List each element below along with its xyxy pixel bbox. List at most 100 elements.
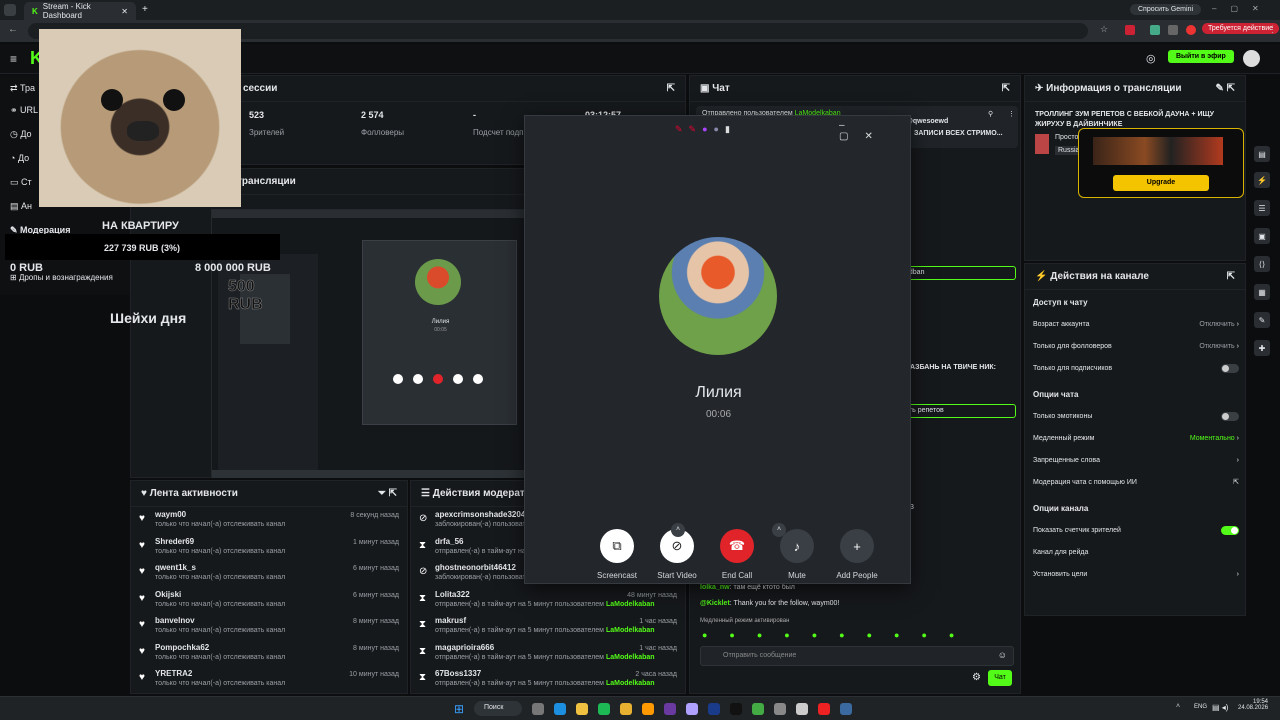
audition-icon[interactable] — [708, 703, 720, 715]
explorer-icon[interactable] — [576, 703, 588, 715]
avatar[interactable] — [1243, 50, 1260, 67]
setting-row[interactable]: Установить цели › — [1033, 566, 1239, 582]
clock[interactable]: 19:54 24.08.2026 — [1238, 699, 1268, 711]
edge-icon[interactable] — [554, 703, 566, 715]
upgrade-button[interactable]: Upgrade — [1113, 175, 1209, 191]
popout-icon[interactable]: ⇱ — [667, 83, 675, 94]
end-call-button[interactable]: ☎ End Call — [707, 529, 767, 580]
settings-gear-icon[interactable]: ⚙ — [972, 672, 981, 683]
toggle-switch[interactable] — [1221, 525, 1239, 535]
chevron-up-icon[interactable]: ˄ — [671, 523, 685, 537]
app-icon[interactable] — [686, 703, 698, 715]
tiktok-icon[interactable] — [730, 703, 742, 715]
goal-progress: 227 739 RUB (3%) — [104, 243, 181, 253]
profile-icon[interactable] — [1186, 25, 1196, 35]
section-heading: Опции чата — [1033, 390, 1079, 399]
emote-bar[interactable]: ●●●●●●●●●● — [702, 630, 1008, 640]
setting-row[interactable]: Канал для рейда — [1033, 544, 1239, 560]
windows-start-icon[interactable]: ⊞ — [454, 702, 464, 716]
more-icon[interactable]: ⋮ — [1008, 110, 1015, 118]
app-icon[interactable] — [642, 703, 654, 715]
filter-icon[interactable]: ⏷ ⇱ — [378, 488, 397, 499]
obs-icon[interactable] — [796, 703, 808, 715]
popout-icon[interactable]: ⇱ — [1227, 271, 1235, 282]
setting-row[interactable]: Только для подписчиков — [1033, 360, 1239, 376]
spotify-icon[interactable] — [598, 703, 610, 715]
steam-icon[interactable] — [840, 703, 852, 715]
setting-row[interactable]: Только эмотиконы — [1033, 408, 1239, 424]
close-tab-icon[interactable]: ✕ — [121, 7, 128, 16]
browser-tab[interactable]: K Stream - Kick Dashboard ✕ — [24, 2, 136, 20]
screencast-button[interactable]: ⧉ Screencast — [587, 529, 647, 580]
code-icon[interactable]: ⟨⟩ — [1254, 256, 1270, 272]
list-item[interactable]: ⧗ makrusf отправлен(-а) в тайм-аут на 5 ми… — [411, 613, 685, 640]
back-icon[interactable]: ← — [8, 24, 18, 35]
chat-icon[interactable]: ▣ — [1254, 228, 1270, 244]
tray-icons[interactable]: ˄ — [1176, 703, 1180, 710]
window-controls[interactable]: –▢✕ — [839, 120, 910, 142]
list-item[interactable]: ♥ banvelnov только что начал(-а) отслежива… — [131, 613, 407, 640]
window-controls[interactable]: –▢✕ — [1212, 4, 1273, 13]
new-tab-icon[interactable]: + — [142, 4, 148, 15]
extension-icon[interactable] — [1168, 25, 1178, 35]
list-item[interactable]: ⧗ 67Boss1337 отправлен(-а) в тайм-аут на 5… — [411, 666, 685, 693]
sidebar-item-5[interactable]: ▭ Ст — [10, 177, 32, 188]
heart-icon: ♥ — [139, 619, 145, 630]
sidebar-item-url[interactable]: ⚭ URL — [10, 105, 38, 116]
sidebar-item-6[interactable]: ▤ Ан — [10, 201, 32, 212]
go-live-button[interactable]: Выйти в эфир — [1168, 50, 1234, 63]
list-icon[interactable]: ☰ — [1254, 200, 1270, 216]
sidebar-item-4[interactable]: ◔ До — [10, 153, 29, 163]
setting-row[interactable]: Запрещенные слова › — [1033, 452, 1239, 468]
setting-row[interactable]: Модерация чата с помощью ИИ ⇱ — [1033, 474, 1239, 490]
list-item[interactable]: ♥ waym00 только что начал(-а) отслеживать … — [131, 507, 407, 534]
task-view-icon[interactable] — [532, 703, 544, 715]
list-item[interactable]: ⧗ Lolita322 отправлен(-а) в тайм-аут на 5 … — [411, 587, 685, 614]
list-item[interactable]: ⧗ magaprioira666 отправлен(-а) в тайм-аут … — [411, 640, 685, 667]
list-item[interactable]: ♥ qwent1k_s только что начал(-а) отслежива… — [131, 560, 407, 587]
setting-row[interactable]: Медленный режим Моментально › — [1033, 430, 1239, 446]
edit-icon[interactable]: ✎ ⇱ — [1215, 83, 1235, 94]
bolt-icon[interactable]: ⚡ — [1254, 172, 1270, 188]
hamburger-icon[interactable]: ≡ — [10, 52, 17, 66]
grid-icon[interactable]: ▦ — [1254, 284, 1270, 300]
app-icon[interactable] — [774, 703, 786, 715]
apps-icon[interactable]: ✚ — [1254, 340, 1270, 356]
gemini-button[interactable]: Спросить Gemini — [1130, 4, 1202, 15]
upgrade-ad[interactable]: Upgrade — [1078, 128, 1244, 198]
app-icon[interactable] — [664, 703, 676, 715]
video-call-window[interactable]: ✎✎●●▮ –▢✕ Лилия 00:06 ⧉ Screencast ⊘ Start… — [524, 115, 911, 584]
toggle-switch[interactable] — [1221, 411, 1239, 421]
add-people-button[interactable]: + Add People — [827, 529, 887, 580]
toggle-switch[interactable] — [1221, 363, 1239, 373]
target-icon[interactable]: ◎ — [1146, 52, 1156, 65]
popout-icon[interactable]: ⇱ — [1002, 83, 1010, 94]
list-item[interactable]: ♥ Pompochka62 только что начал(-а) отслежи… — [131, 640, 407, 667]
list-item[interactable]: ♥ YRETRA2 только что начал(-а) отслеживать… — [131, 666, 407, 693]
chat-input[interactable]: Отправить сообщение ☺ — [700, 646, 1014, 666]
send-chat-button[interactable]: Чат — [988, 670, 1012, 686]
extension-icon[interactable] — [1125, 25, 1135, 35]
menu-icon[interactable]: ⋮ — [1268, 24, 1277, 35]
setting-row[interactable]: Возраст аккаунта Отключить › — [1033, 316, 1239, 332]
network-icon[interactable]: ▤ ◂) — [1212, 703, 1228, 712]
emoji-icon[interactable]: ☺ — [998, 650, 1007, 660]
setting-row[interactable]: Только для фолловеров Отключить › — [1033, 338, 1239, 354]
sidebar-item-3[interactable]: ◷ До — [10, 129, 32, 140]
pin-icon[interactable]: ⚲ — [988, 110, 993, 118]
sidebar-item-stream[interactable]: ⇄ Тра — [10, 83, 35, 94]
taskbar-search[interactable]: Поиск — [474, 701, 522, 716]
app-icon[interactable] — [752, 703, 764, 715]
youtube-icon[interactable] — [818, 703, 830, 715]
tab-search-icon[interactable] — [4, 4, 16, 16]
input-language[interactable]: ENG — [1194, 704, 1207, 710]
bookmark-star-icon[interactable]: ☆ — [1100, 24, 1108, 35]
extension-icon[interactable] — [1150, 25, 1160, 35]
list-item[interactable]: ♥ Shreder69 только что начал(-а) отслежива… — [131, 534, 407, 561]
wrench-icon[interactable]: ✎ — [1254, 312, 1270, 328]
chevron-up-icon[interactable]: ˄ — [772, 523, 786, 537]
list-item[interactable]: ♥ Okijski только что начал(-а) отслеживать… — [131, 587, 407, 614]
panel-icon[interactable]: ▤ — [1254, 146, 1270, 162]
chrome-icon[interactable] — [620, 703, 632, 715]
setting-row[interactable]: Показать счетчик зрителей — [1033, 522, 1239, 538]
